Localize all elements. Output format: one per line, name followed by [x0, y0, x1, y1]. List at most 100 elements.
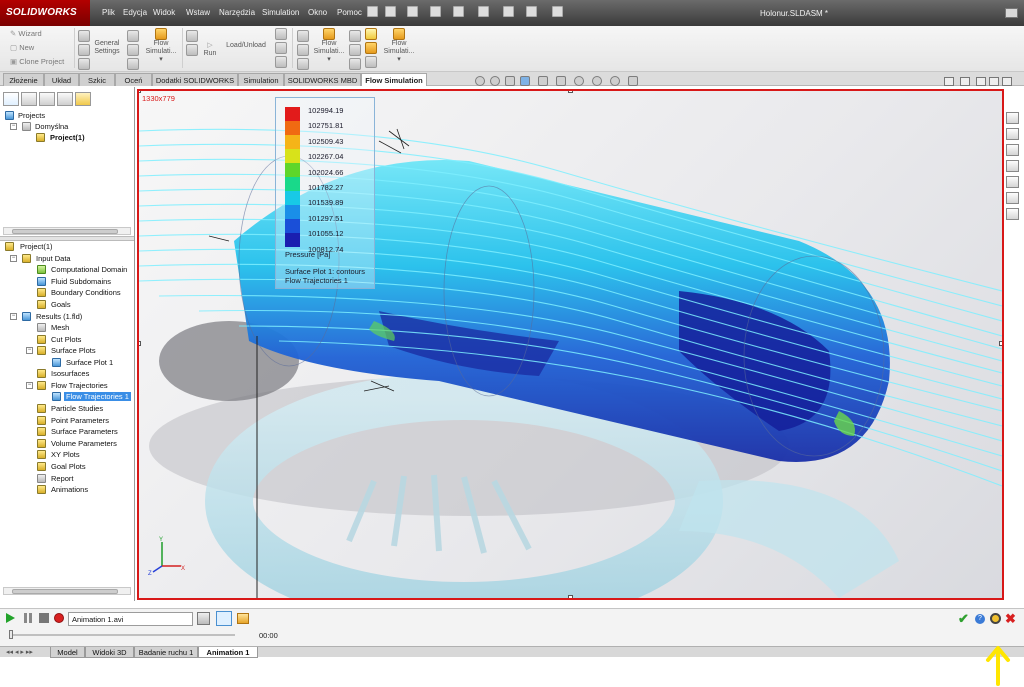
tree-item-results[interactable]: − Results (1.fld)	[0, 311, 132, 322]
menu-simulation[interactable]: Simulation	[262, 8, 299, 17]
select-icon[interactable]	[503, 6, 514, 17]
tree-item-surface-parameters[interactable]: Surface Parameters	[0, 426, 132, 437]
hide-show-icon[interactable]	[574, 76, 584, 86]
tree-item-xy-plots[interactable]: XY Plots	[0, 449, 132, 460]
file-explorer-icon[interactable]	[1006, 144, 1019, 156]
flow-simulation-tree-icon[interactable]	[75, 92, 91, 106]
resize-handle[interactable]	[568, 595, 573, 598]
resize-handle[interactable]	[139, 341, 141, 346]
scrollbar-thumb[interactable]	[12, 229, 118, 234]
pause-icon[interactable]	[24, 613, 32, 623]
play-icon[interactable]	[6, 613, 15, 623]
tool-icon[interactable]	[186, 30, 198, 42]
tool-icon[interactable]	[297, 30, 309, 42]
tab-animation-1[interactable]: Animation 1	[198, 647, 258, 658]
tool-icon[interactable]	[275, 42, 287, 54]
flow-simulation-icon[interactable]	[393, 28, 405, 40]
previous-view-icon[interactable]	[505, 76, 515, 86]
collapse-icon[interactable]	[960, 77, 970, 86]
tool-icon[interactable]	[78, 30, 90, 42]
tree-item-mesh[interactable]: Mesh	[0, 322, 132, 333]
tab-dodatki-solidworks[interactable]: Dodatki SOLIDWORKS	[152, 73, 238, 86]
tab-model[interactable]: Model	[50, 647, 85, 658]
tree-item-flow-trajectories[interactable]: − Flow Trajectories	[0, 380, 132, 391]
ok-check-icon[interactable]: ✔	[958, 611, 969, 627]
feature-manager-icon[interactable]	[3, 92, 19, 106]
zoom-fit-icon[interactable]	[475, 76, 485, 86]
edit-appearance-icon[interactable]	[592, 76, 602, 86]
minimize-icon[interactable]	[976, 77, 986, 86]
tab-zlozenie[interactable]: Złożenie	[3, 73, 44, 86]
property-manager-icon[interactable]	[21, 92, 37, 106]
timeline-track[interactable]	[10, 634, 235, 636]
tool-icon[interactable]	[349, 44, 361, 56]
settings-icon[interactable]	[990, 613, 1001, 624]
tab-uklad[interactable]: Układ	[44, 73, 79, 86]
flow-simulation-button[interactable]: Flow Simulati... ▾	[142, 40, 180, 64]
help-icon[interactable]: ?	[975, 614, 985, 624]
edit-animation-icon[interactable]	[216, 611, 232, 626]
load-unload-button[interactable]: Load/Unload	[222, 42, 270, 50]
flow-simulation-results-button[interactable]: Flow Simulati... ▾	[310, 40, 348, 64]
menu-narzedzia[interactable]: Narzędzia	[219, 8, 255, 17]
tab-widoki-3d[interactable]: Widoki 3D	[85, 647, 134, 658]
wizard-button[interactable]: ✎ Wizard	[10, 29, 42, 38]
tool-icon[interactable]	[365, 56, 377, 68]
resize-handle[interactable]	[999, 341, 1002, 346]
run-button[interactable]: ▷ Run	[200, 42, 220, 58]
pin-icon[interactable]	[367, 6, 378, 17]
collapse-icon[interactable]: −	[26, 382, 33, 389]
tree-item-project[interactable]: Project(1)	[0, 132, 130, 143]
view-settings-icon[interactable]	[628, 76, 638, 86]
tree-item-goals[interactable]: Goals	[0, 299, 132, 310]
animation-file-field[interactable]: Animation 1.avi	[68, 612, 193, 626]
tree-item-fluid-subdomains[interactable]: Fluid Subdomains	[0, 276, 132, 287]
tree-item-particle-studies[interactable]: Particle Studies	[0, 403, 132, 414]
menu-edycja[interactable]: Edycja	[123, 8, 147, 17]
dimxpert-icon[interactable]	[57, 92, 73, 106]
tab-szkic[interactable]: Szkic	[79, 73, 115, 86]
tool-icon[interactable]	[127, 44, 139, 56]
tree-item-goal-plots[interactable]: Goal Plots	[0, 461, 132, 472]
flow-simulation-icon[interactable]	[323, 28, 335, 40]
tree-item-report[interactable]: Report	[0, 473, 132, 484]
tab-flow-simulation[interactable]: Flow Simulation	[361, 73, 427, 86]
tree-item-cut-plots[interactable]: Cut Plots	[0, 334, 132, 345]
tab-nav-icons[interactable]: ◂◂ ◂ ▸ ▸▸	[6, 648, 33, 656]
tool-icon[interactable]	[349, 30, 361, 42]
view-palette-icon[interactable]	[1006, 160, 1019, 172]
expand-icon[interactable]	[944, 77, 954, 86]
clone-project-button[interactable]: ▣ Clone Project	[10, 57, 64, 66]
new-button[interactable]: ▢ New	[10, 43, 34, 52]
resize-handle[interactable]	[568, 91, 573, 93]
horizontal-scrollbar[interactable]	[3, 587, 131, 595]
tool-icon[interactable]	[78, 58, 90, 70]
general-settings-button[interactable]: General Settings	[92, 40, 122, 56]
horizontal-scrollbar[interactable]	[3, 227, 131, 235]
close-icon[interactable]	[1002, 77, 1012, 86]
cancel-close-icon[interactable]: ✖	[1005, 611, 1016, 627]
section-view-icon[interactable]	[520, 76, 530, 86]
tool-icon[interactable]	[127, 58, 139, 70]
tree-item-input-data[interactable]: − Input Data	[0, 253, 132, 264]
open-folder-icon[interactable]	[237, 613, 249, 624]
scrollbar-thumb[interactable]	[12, 589, 118, 594]
menu-wstaw[interactable]: Wstaw	[186, 8, 210, 17]
menu-plik[interactable]: Plik	[102, 8, 115, 17]
restore-icon[interactable]	[989, 77, 999, 86]
tab-simulation[interactable]: Simulation	[238, 73, 284, 86]
save-icon[interactable]	[197, 612, 210, 625]
flow-simulation-tools-button[interactable]: Flow Simulati... ▾	[380, 40, 418, 64]
configuration-manager-icon[interactable]	[39, 92, 55, 106]
tree-item-flow-trajectories-1[interactable]: Flow Trajectories 1	[0, 391, 132, 402]
scene-icon[interactable]	[610, 76, 620, 86]
collapse-icon[interactable]: −	[10, 123, 17, 130]
tool-icon[interactable]	[365, 42, 377, 54]
tool-icon[interactable]	[275, 56, 287, 68]
open-icon[interactable]	[407, 6, 418, 17]
tool-icon[interactable]	[297, 44, 309, 56]
flow-simulation-icon[interactable]	[155, 28, 167, 40]
menu-pomoc[interactable]: Pomoc	[337, 8, 362, 17]
print-icon[interactable]	[453, 6, 464, 17]
design-library-icon[interactable]	[1006, 128, 1019, 140]
